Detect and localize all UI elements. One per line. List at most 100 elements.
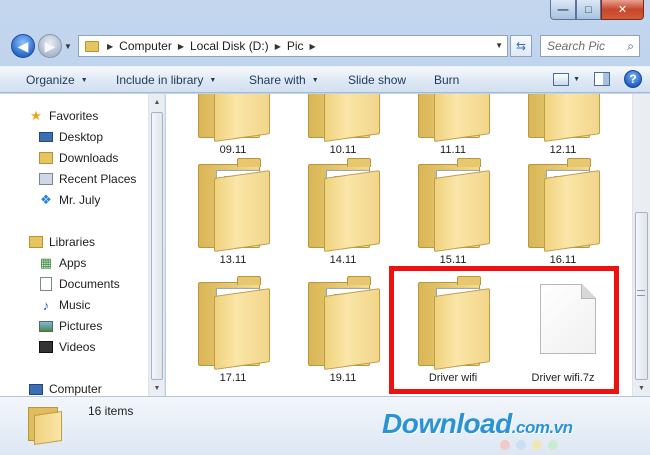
scroll-down-icon[interactable]: ▼ [633,380,650,396]
nav-favorites-label: Favorites [49,109,99,123]
chevron-right-icon: ▶ [274,41,281,51]
close-button[interactable]: ✕ [601,0,644,20]
nav-item-label: Videos [59,340,96,354]
share-with-label: Share with [249,73,306,87]
folder-item[interactable]: 15.11 [408,158,498,266]
item-name: 15.11 [439,254,467,266]
recent-places-icon [38,171,54,187]
folder-item[interactable]: 16.11 [518,158,608,266]
nav-item-pictures[interactable]: Pictures [38,316,102,336]
organize-button[interactable]: Organize ▼ [26,73,88,87]
forward-button[interactable]: ▶ [38,34,62,58]
item-name: 12.11 [549,144,577,156]
dropbox-icon: ❖ [40,192,52,207]
pictures-icon [38,318,54,334]
recent-pages-dropdown[interactable]: ▼ [64,42,72,51]
view-controls: ▼ ? [553,70,642,88]
nav-item-videos[interactable]: Videos [38,337,95,357]
folder-item[interactable]: 14.11 [298,158,388,266]
nav-item-label: Desktop [59,130,104,144]
change-view-icon[interactable] [553,72,570,86]
folder-item[interactable]: 11.11 [408,94,498,156]
refresh-button[interactable]: ⇆ [510,35,532,57]
scroll-thumb[interactable] [151,112,163,380]
preview-pane-icon[interactable] [594,72,610,86]
nav-item-label: Recent Places [59,172,137,186]
watermark-logo: Download.com.vn [382,408,573,439]
nav-item-apps[interactable]: ▦ Apps [38,253,87,273]
libraries-icon [28,234,44,250]
slide-show-label: Slide show [348,73,407,87]
item-name: 19.11 [329,372,357,384]
chevron-down-icon: ▼ [80,76,88,84]
chevron-right-icon: ▶ [177,41,184,51]
folder-item[interactable]: 09.11 [188,94,278,156]
folder-icon [26,403,66,445]
help-button[interactable]: ? [624,70,642,88]
search-box: ⌕ [540,35,640,57]
search-icon[interactable]: ⌕ [627,39,634,54]
window-controls: — □ ✕ [550,0,644,20]
breadcrumb: ▶ Computer ▶ Local Disk (D:) ▶ Pic ▶ [101,39,322,53]
folder-item[interactable]: 19.11 [298,276,388,384]
address-bar[interactable]: ▶ Computer ▶ Local Disk (D:) ▶ Pic ▶ ▼ [78,35,508,57]
maximize-button[interactable]: □ [576,0,601,20]
item-name: 14.11 [329,254,357,266]
item-name: 16.11 [549,254,577,266]
include-in-library-button[interactable]: Include in library ▼ [116,73,216,87]
chevron-down-icon: ▼ [209,76,217,84]
nav-item-desktop[interactable]: Desktop [38,127,103,147]
navigation-pane: ★ Favorites Desktop Downloads Recent Pla… [0,94,165,396]
nav-libraries-label: Libraries [49,235,96,249]
breadcrumb-pic[interactable]: Pic [287,39,304,53]
address-dropdown-icon[interactable]: ▼ [495,41,503,50]
refresh-icon: ⇆ [515,39,527,53]
nav-item-label: Downloads [59,151,119,165]
burn-button[interactable]: Burn [434,73,459,87]
desktop-icon [38,129,54,145]
nav-item-documents[interactable]: Documents [38,274,120,294]
scroll-down-icon[interactable]: ▼ [149,380,164,396]
computer-icon [28,381,44,396]
highlight-box [389,266,619,394]
content-scrollbar[interactable]: ▼ [632,94,650,396]
nav-favorites[interactable]: ★ Favorites [28,106,98,126]
share-with-button[interactable]: Share with ▼ [249,73,319,87]
arrow-left-icon: ◀ [17,37,29,54]
item-name: 17.11 [219,372,247,384]
nav-scrollbar[interactable]: ▲ ▼ [148,94,164,396]
chevron-right-icon: ▶ [107,41,114,51]
scroll-thumb[interactable] [635,212,648,380]
nav-item-label: Mr. July [59,193,101,207]
nav-item-downloads[interactable]: Downloads [38,148,118,168]
videos-icon [38,339,54,355]
nav-item-music[interactable]: ♪ Music [38,295,91,315]
search-input[interactable] [547,39,621,53]
minimize-button[interactable]: — [550,0,576,20]
slide-show-button[interactable]: Slide show [348,73,406,87]
nav-computer[interactable]: Computer [28,379,102,396]
nav-item-label: Pictures [59,319,103,333]
folder-item[interactable]: 13.11 [188,158,278,266]
burn-label: Burn [434,73,460,87]
watermark-dots [500,440,564,450]
breadcrumb-local-disk[interactable]: Local Disk (D:) [190,39,269,53]
folder-item[interactable]: 12.11 [518,94,608,156]
folder-icon [85,40,99,52]
nav-item-label: Documents [59,277,120,291]
folder-item[interactable]: 17.11 [188,276,278,384]
breadcrumb-computer[interactable]: Computer [119,39,172,53]
back-button[interactable]: ◀ [11,34,35,58]
arrow-right-icon: ▶ [44,37,56,54]
nav-libraries[interactable]: Libraries [28,232,95,252]
organize-label: Organize [26,73,75,87]
scroll-up-icon[interactable]: ▲ [149,94,164,110]
folder-item[interactable]: 10.11 [298,94,388,156]
include-in-library-label: Include in library [116,73,204,87]
star-icon: ★ [30,108,42,123]
item-name: 10.11 [329,144,357,156]
nav-item-mr-july[interactable]: ❖ Mr. July [38,190,100,210]
view-dropdown-icon[interactable]: ▼ [573,76,580,83]
nav-item-recent-places[interactable]: Recent Places [38,169,136,189]
nav-item-label: Music [59,298,91,312]
